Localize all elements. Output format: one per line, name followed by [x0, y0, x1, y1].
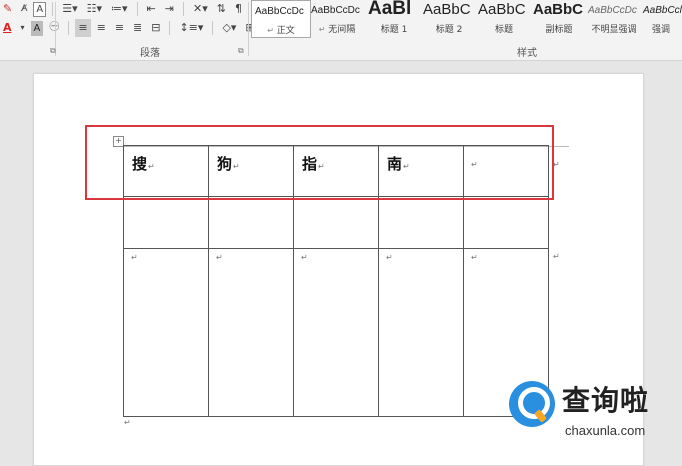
paragraph-mark: ↵	[267, 26, 274, 35]
table-cell[interactable]	[123, 196, 209, 249]
style-name: 不明显强调	[591, 25, 637, 35]
font-border-button[interactable]: A	[33, 1, 47, 17]
paragraph-mark: ↵	[471, 253, 478, 262]
paragraph-mark: ↵	[301, 253, 308, 262]
watermark-url: chaxunla.com	[565, 423, 646, 438]
toolbar-row-1: ✎ A̸ A ☰▾ ☷▾ ≔▾ ⇤ ⇥ ✕▾ ⇅ ¶	[0, 0, 245, 18]
numbering-icon[interactable]: ☷▾	[84, 0, 105, 18]
row-end-mark: ↵	[553, 252, 560, 261]
separator	[169, 21, 171, 35]
table-cell[interactable]	[293, 196, 379, 249]
style-name: ↵ 正文	[252, 23, 310, 36]
style-name: ↵ 无间隔	[308, 22, 366, 35]
style-preview: AaBbCcDc	[588, 5, 637, 16]
table-cell[interactable]	[378, 196, 464, 249]
style-title[interactable]: AaBbC 标题	[475, 0, 533, 38]
line-spacing-icon[interactable]: ↕≡▾	[176, 19, 206, 37]
group-divider	[248, 2, 249, 56]
align-left-icon[interactable]: ≡	[75, 19, 91, 37]
style-preview: AaBbC	[533, 1, 584, 18]
increase-indent-icon[interactable]: ⇥	[162, 0, 177, 18]
multilevel-list-icon[interactable]: ≔▾	[108, 0, 131, 18]
paragraph-mark: ↵	[318, 25, 326, 34]
paragraph-mark: ↵	[386, 253, 393, 262]
separator	[136, 2, 138, 16]
shading-icon[interactable]: ◇▾	[219, 19, 239, 37]
style-preview: AaBbCcDc	[255, 6, 304, 17]
style-name: 副标题	[545, 25, 573, 35]
style-normal[interactable]: AaBbCcDc ↵ 正文	[251, 0, 311, 38]
sort-icon[interactable]: ⇅	[214, 0, 229, 18]
align-center-icon[interactable]: ≡	[94, 19, 109, 37]
style-emphasis[interactable]: AaBbCcl 强调	[640, 0, 682, 38]
watermark-title: 查询啦	[562, 384, 650, 417]
paragraph-mark: ↵	[131, 253, 138, 262]
style-name: 标题 1	[380, 25, 408, 35]
style-name: 强调	[651, 25, 670, 35]
show-marks-icon[interactable]: ¶	[232, 0, 245, 18]
table-cell[interactable]: ↵	[208, 248, 294, 417]
table-cell[interactable]: ↵	[378, 248, 464, 417]
decrease-indent-icon[interactable]: ⇤	[144, 0, 159, 18]
style-heading-2[interactable]: AaBbC 标题 2	[420, 0, 478, 38]
highlight-pen-icon[interactable]: ✎	[0, 0, 15, 18]
ribbon: ✎ A̸ A ☰▾ ☷▾ ≔▾ ⇤ ⇥ ✕▾ ⇅ ¶ A ▾ A ㊀ ≡ ≡ ≡…	[0, 0, 682, 61]
font-dialog-launcher-icon[interactable]: ⧉	[50, 46, 56, 56]
style-preview: AaBbCcDc	[311, 5, 360, 16]
style-heading-1[interactable]: AaBl 标题 1	[365, 0, 423, 38]
separator	[182, 2, 184, 16]
paragraph-dialog-launcher-icon[interactable]: ⧉	[238, 46, 244, 56]
style-name-text: 正文	[276, 26, 295, 36]
table-cell[interactable]	[208, 196, 294, 249]
style-preview: AaBbC	[478, 1, 526, 18]
styles-group-label: 样式	[517, 48, 537, 59]
style-name-text: 无间隔	[328, 25, 356, 35]
table-cell[interactable]	[463, 196, 549, 249]
char-shading-button[interactable]: A	[30, 20, 44, 36]
row-end-mark: ↵	[553, 160, 560, 169]
chinese-layout-icon[interactable]: ✕▾	[190, 0, 211, 18]
separator	[68, 21, 70, 35]
highlight-box	[85, 125, 554, 200]
distributed-icon[interactable]: ⊟	[148, 19, 163, 37]
toolbar-row-2: A ▾ A ㊀ ≡ ≡ ≡ ≣ ⊟ ↕≡▾ ◇▾ ⊞▾	[0, 19, 263, 37]
table-cell[interactable]: ↵	[123, 248, 209, 417]
table-row	[123, 196, 549, 249]
table-cell[interactable]: ↵	[293, 248, 379, 417]
watermark-logo: 查询啦 chaxunla.com	[505, 377, 677, 445]
style-preview: AaBbCcl	[643, 5, 682, 16]
paragraph-group-label: 段落	[140, 48, 160, 59]
clear-format-icon[interactable]: A̸	[18, 0, 30, 18]
separator	[212, 21, 214, 35]
style-name: 标题	[494, 25, 513, 35]
style-no-spacing[interactable]: AaBbCcDc ↵ 无间隔	[308, 0, 366, 38]
styles-gallery: AaBbCcDc ↵ 正文 AaBbCcDc ↵ 无间隔 AaBl 标题 1 A…	[251, 0, 682, 40]
style-preview: AaBbC	[423, 1, 471, 18]
bullets-icon[interactable]: ☰▾	[59, 0, 80, 18]
style-subtle-emphasis[interactable]: AaBbCcDc 不明显强调	[585, 0, 643, 38]
table-row: ↵ ↵ ↵ ↵ ↵	[123, 248, 549, 417]
style-preview: AaBl	[368, 0, 412, 19]
logo-q-icon	[509, 381, 555, 427]
separator	[52, 2, 54, 16]
font-color-button[interactable]: A	[0, 19, 15, 37]
style-subtitle[interactable]: AaBbC 副标题	[530, 0, 588, 38]
align-right-icon[interactable]: ≡	[112, 19, 127, 37]
font-color-dropdown-icon[interactable]: ▾	[18, 19, 28, 37]
style-name: 标题 2	[435, 25, 463, 35]
paragraph-mark: ↵	[216, 253, 223, 262]
after-table-paragraph-mark: ↵	[124, 418, 131, 427]
justify-icon[interactable]: ≣	[130, 19, 145, 37]
